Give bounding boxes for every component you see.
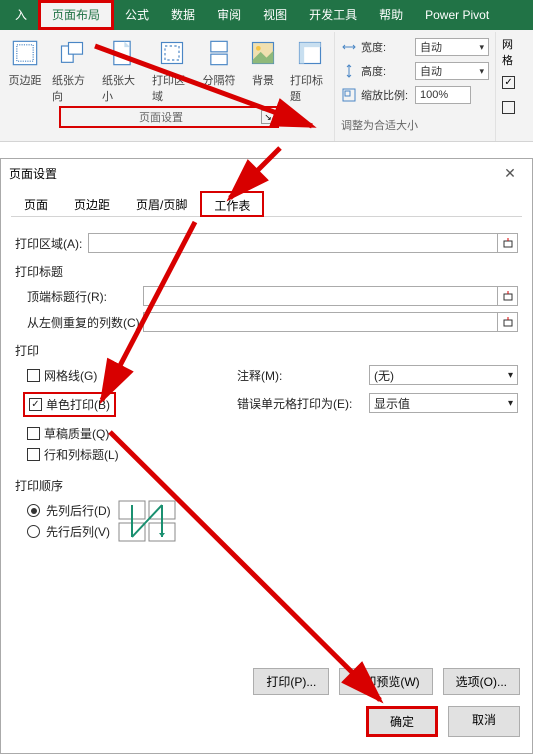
range-select-icon[interactable] <box>497 313 517 331</box>
page-setup-launcher-wrap: 页面设置 ↘ <box>59 106 279 128</box>
height-icon <box>341 63 357 79</box>
page-setup-group-label: 页面设置 <box>61 109 261 125</box>
ribbon-tab-review[interactable]: 审阅 <box>206 0 252 30</box>
ribbon-tab-pivot[interactable]: Power Pivot <box>414 0 500 30</box>
errors-combo[interactable]: 显示值▾ <box>369 393 518 413</box>
page-setup-launcher[interactable]: ↘ <box>261 110 275 124</box>
down-over-radio[interactable] <box>27 504 40 517</box>
size-button[interactable]: 纸张大小 <box>102 34 142 104</box>
rowcol-label: 行和列标题(L) <box>44 446 119 463</box>
print-titles-header: 打印标题 <box>15 263 518 280</box>
rowcol-checkbox[interactable] <box>27 448 40 461</box>
ribbon-tab-0[interactable]: 入 <box>4 0 38 30</box>
notes-combo[interactable]: (无)▾ <box>369 365 518 385</box>
width-label: 宽度: <box>361 39 411 55</box>
height-combo[interactable]: 自动▾ <box>415 62 489 80</box>
page-order-icon <box>117 499 179 543</box>
scale-spinner[interactable]: 100% <box>415 86 471 104</box>
background-button[interactable]: 背景 <box>246 34 280 104</box>
range-select-icon[interactable] <box>497 287 517 305</box>
tab-sheet[interactable]: 工作表 <box>200 191 264 217</box>
view-gridlines-checkbox[interactable] <box>502 76 515 89</box>
cancel-button[interactable]: 取消 <box>448 706 520 737</box>
dialog-title-text: 页面设置 <box>9 165 57 182</box>
errors-label: 错误单元格打印为(E): <box>237 395 361 412</box>
gridlines-label: 网格线(G) <box>44 367 97 384</box>
order-header: 打印顺序 <box>15 477 518 494</box>
print-titles-icon <box>293 36 327 70</box>
scale-icon <box>341 87 357 103</box>
width-icon <box>341 39 357 55</box>
print-header: 打印 <box>15 342 518 359</box>
rows-top-input[interactable] <box>143 286 518 306</box>
print-button[interactable]: 打印(P)... <box>253 668 329 695</box>
page-setup-group: 页边距 纸张方向 纸张大小 打印区域 分隔符 背景 <box>4 32 335 141</box>
ribbon-tab-data[interactable]: 数据 <box>160 0 206 30</box>
ok-button[interactable]: 确定 <box>366 706 438 737</box>
print-area-input[interactable] <box>88 233 518 253</box>
notes-label: 注释(M): <box>237 367 361 384</box>
tab-header[interactable]: 页眉/页脚 <box>123 191 200 217</box>
print-titles-button[interactable]: 打印标题 <box>290 34 330 104</box>
print-gridlines-checkbox[interactable] <box>502 101 515 114</box>
fit-group-label: 调整为合适大小 <box>341 117 489 133</box>
sheet-options-group: 网格 <box>496 32 529 141</box>
ok-cancel-row: 确定 取消 <box>366 706 520 737</box>
ribbon-tab-help[interactable]: 帮助 <box>368 0 414 30</box>
ribbon-tab-page-layout[interactable]: 页面布局 <box>38 0 114 30</box>
ribbon-tab-formulas[interactable]: 公式 <box>114 0 160 30</box>
chevron-down-icon: ▾ <box>508 370 513 381</box>
draft-label: 草稿质量(Q) <box>44 425 109 442</box>
over-down-label: 先行后列(V) <box>46 523 110 540</box>
ribbon-tab-dev[interactable]: 开发工具 <box>298 0 368 30</box>
scale-label: 缩放比例: <box>361 87 411 103</box>
dialog-close-button[interactable]: ✕ <box>496 165 524 182</box>
width-combo[interactable]: 自动▾ <box>415 38 489 56</box>
tab-margins[interactable]: 页边距 <box>61 191 123 217</box>
range-select-icon[interactable] <box>497 234 517 252</box>
print-area-icon <box>155 36 189 70</box>
cols-left-label: 从左侧重复的列数(C): <box>27 314 137 331</box>
margins-button[interactable]: 页边距 <box>8 34 42 104</box>
gridlines-checkbox[interactable] <box>27 369 40 382</box>
page-setup-dialog: 页面设置 ✕ 页面 页边距 页眉/页脚 工作表 打印区域(A): 打印标题 顶端… <box>0 158 533 754</box>
ribbon-tab-strip: 入 页面布局 公式 数据 审阅 视图 开发工具 帮助 Power Pivot <box>0 0 533 30</box>
dialog-tab-strip: 页面 页边距 页眉/页脚 工作表 <box>11 191 522 217</box>
preview-button[interactable]: 打印预览(W) <box>339 668 432 695</box>
ribbon-body: 页边距 纸张方向 纸张大小 打印区域 分隔符 背景 <box>0 30 533 142</box>
bw-checkbox[interactable] <box>29 398 42 411</box>
chevron-down-icon: ▾ <box>508 398 513 409</box>
ribbon-tab-view[interactable]: 视图 <box>252 0 298 30</box>
rows-top-label: 顶端标题行(R): <box>27 288 137 305</box>
dialog-titlebar: 页面设置 ✕ <box>1 159 532 187</box>
gridlines-header: 网格 <box>502 36 523 68</box>
print-area-label: 打印区域(A): <box>15 235 82 252</box>
print-area-button[interactable]: 打印区域 <box>152 34 192 104</box>
orientation-icon <box>55 36 89 70</box>
sheet-tab-form: 打印区域(A): 打印标题 顶端标题行(R): 从左侧重复的列数(C): 打印 … <box>11 217 522 554</box>
bw-label: 单色打印(B) <box>46 396 110 413</box>
breaks-button[interactable]: 分隔符 <box>202 34 236 104</box>
print-buttons-row: 打印(P)... 打印预览(W) 选项(O)... <box>253 668 520 695</box>
draft-checkbox[interactable] <box>27 427 40 440</box>
options-button[interactable]: 选项(O)... <box>443 668 520 695</box>
tab-page[interactable]: 页面 <box>11 191 61 217</box>
down-over-label: 先列后行(D) <box>46 502 111 519</box>
over-down-radio[interactable] <box>27 525 40 538</box>
size-icon <box>105 36 139 70</box>
cols-left-input[interactable] <box>143 312 518 332</box>
height-label: 高度: <box>361 63 411 79</box>
background-icon <box>246 36 280 70</box>
orientation-button[interactable]: 纸张方向 <box>52 34 92 104</box>
breaks-icon <box>202 36 236 70</box>
scale-to-fit-group: 宽度: 自动▾ 高度: 自动▾ 缩放比例: 100% 调整为合适大小 <box>335 32 496 141</box>
margins-icon <box>8 36 42 70</box>
